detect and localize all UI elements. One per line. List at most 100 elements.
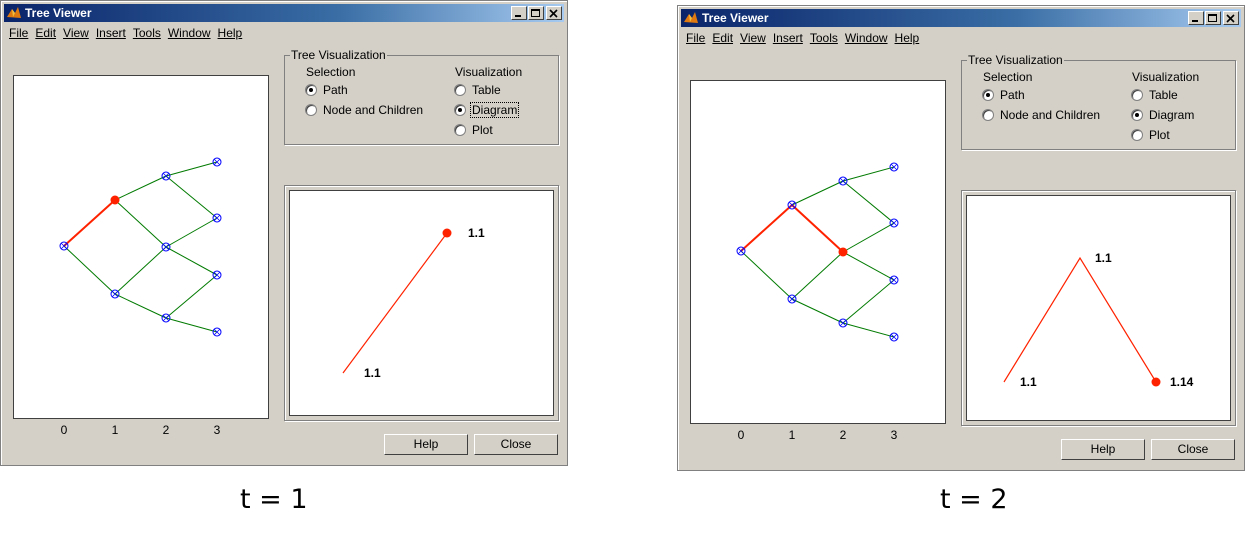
diagram-plot: 1.1 1.1: [342, 226, 485, 380]
radio-plot[interactable]: Plot: [454, 123, 493, 137]
menu-window[interactable]: Window: [845, 31, 888, 45]
radio-indicator[interactable]: [454, 124, 466, 136]
menu-view[interactable]: View: [740, 31, 766, 45]
tree-visualization-group: Tree Visualization Selection Path Node a…: [284, 48, 559, 145]
radio-node-and-children[interactable]: Node and Children: [982, 108, 1100, 122]
group-title: Tree Visualization: [290, 48, 387, 62]
selection-label: Selection: [306, 65, 356, 79]
node-markers: [737, 163, 898, 341]
radio-indicator[interactable]: [305, 104, 317, 116]
help-button[interactable]: Help: [1061, 439, 1145, 460]
menu-help[interactable]: Help: [218, 26, 243, 40]
maximize-button[interactable]: [1205, 11, 1221, 25]
visualization-label: Visualization: [455, 65, 523, 79]
close-window-button[interactable]: [1223, 11, 1239, 25]
radio-indicator[interactable]: [1131, 129, 1143, 141]
diagram-frame: 1.1 1.1 1.14: [961, 190, 1236, 426]
help-button[interactable]: Help: [384, 434, 468, 455]
node-markers: [60, 158, 221, 336]
radio-node-and-children[interactable]: Node and Children: [305, 103, 423, 117]
selected-node[interactable]: [838, 247, 848, 257]
diagram-edge: [342, 232, 448, 374]
caption-t2: t = 2: [940, 484, 1008, 515]
close-window-button[interactable]: [546, 6, 562, 20]
caption-t1: t = 1: [240, 484, 308, 515]
menu-tools[interactable]: Tools: [810, 31, 838, 45]
tree-plot-area[interactable]: [13, 75, 269, 419]
menu-file[interactable]: File: [686, 31, 705, 45]
close-button[interactable]: Close: [474, 434, 558, 455]
x-tick-0: 0: [737, 428, 745, 442]
x-tick-0: 0: [60, 423, 68, 437]
radio-indicator[interactable]: [982, 109, 994, 121]
minimize-button[interactable]: [511, 6, 527, 20]
menu-file[interactable]: File: [9, 26, 28, 40]
selection-label: Selection: [983, 70, 1033, 84]
x-tick-3: 3: [890, 428, 898, 442]
title-bar[interactable]: Tree Viewer: [4, 4, 564, 22]
x-tick-1: 1: [111, 423, 119, 437]
matlab-icon: [7, 7, 21, 18]
radio-label: Path: [1000, 88, 1025, 102]
menu-edit[interactable]: Edit: [712, 31, 733, 45]
menu-view[interactable]: View: [63, 26, 89, 40]
diagram-area[interactable]: 1.1 1.1: [289, 190, 554, 416]
radio-diagram[interactable]: Diagram: [1131, 108, 1194, 122]
radio-indicator[interactable]: [982, 89, 994, 101]
tree-nodes: [59, 157, 222, 337]
tree-plot-area[interactable]: [690, 80, 946, 424]
menu-window[interactable]: Window: [168, 26, 211, 40]
highlighted-path: [740, 203, 844, 253]
tree-viewer-window-1: Tree Viewer File Edit View Insert Tools Windo…: [0, 0, 568, 466]
radio-indicator[interactable]: [305, 84, 317, 96]
highlighted-path: [63, 199, 116, 247]
radio-label: Node and Children: [1000, 108, 1101, 122]
radio-label: Plot: [472, 123, 493, 137]
x-tick-1: 1: [788, 428, 796, 442]
tree-plot[interactable]: [14, 76, 268, 418]
tree-nodes: [736, 162, 899, 342]
tree-edges: [63, 161, 218, 333]
diagram-label: 1.1: [1095, 251, 1112, 265]
tree-viewer-window-2: Tree Viewer File Edit View Insert Tools Windo…: [677, 5, 1245, 471]
menu-edit[interactable]: Edit: [35, 26, 56, 40]
radio-indicator[interactable]: [1131, 89, 1143, 101]
menu-bar: File Edit View Insert Tools Window Help: [9, 26, 249, 42]
diagram-edge: [1003, 256, 1157, 383]
radio-path[interactable]: Path: [982, 88, 1025, 102]
radio-label: Table: [472, 83, 501, 97]
selected-node[interactable]: [110, 195, 120, 205]
radio-table[interactable]: Table: [1131, 88, 1178, 102]
menu-help[interactable]: Help: [895, 31, 920, 45]
radio-label: Node and Children: [323, 103, 424, 117]
diagram-label: 1.1: [468, 226, 485, 240]
diagram-frame: 1.1 1.1: [284, 185, 559, 421]
radio-table[interactable]: Table: [454, 83, 501, 97]
matlab-icon: [684, 12, 698, 23]
x-tick-3: 3: [213, 423, 221, 437]
maximize-button[interactable]: [528, 6, 544, 20]
title-bar[interactable]: Tree Viewer: [681, 9, 1241, 27]
group-title: Tree Visualization: [967, 53, 1064, 67]
tree-plot[interactable]: [691, 81, 945, 423]
tree-visualization-group: Tree Visualization Selection Path Node a…: [961, 53, 1236, 150]
x-tick-2: 2: [839, 428, 847, 442]
close-button[interactable]: Close: [1151, 439, 1235, 460]
radio-indicator[interactable]: [1131, 109, 1143, 121]
menu-tools[interactable]: Tools: [133, 26, 161, 40]
radio-indicator[interactable]: [454, 104, 466, 116]
radio-indicator[interactable]: [454, 84, 466, 96]
radio-label: Diagram: [1149, 108, 1195, 122]
menu-insert[interactable]: Insert: [773, 31, 803, 45]
radio-label: Path: [323, 83, 348, 97]
radio-label: Table: [1149, 88, 1178, 102]
diagram-area[interactable]: 1.1 1.1 1.14: [966, 195, 1231, 421]
radio-plot[interactable]: Plot: [1131, 128, 1170, 142]
radio-path[interactable]: Path: [305, 83, 348, 97]
radio-label: Plot: [1149, 128, 1170, 142]
tree-edges: [740, 166, 895, 338]
x-tick-2: 2: [162, 423, 170, 437]
menu-insert[interactable]: Insert: [96, 26, 126, 40]
radio-diagram[interactable]: Diagram: [454, 102, 520, 118]
minimize-button[interactable]: [1188, 11, 1204, 25]
